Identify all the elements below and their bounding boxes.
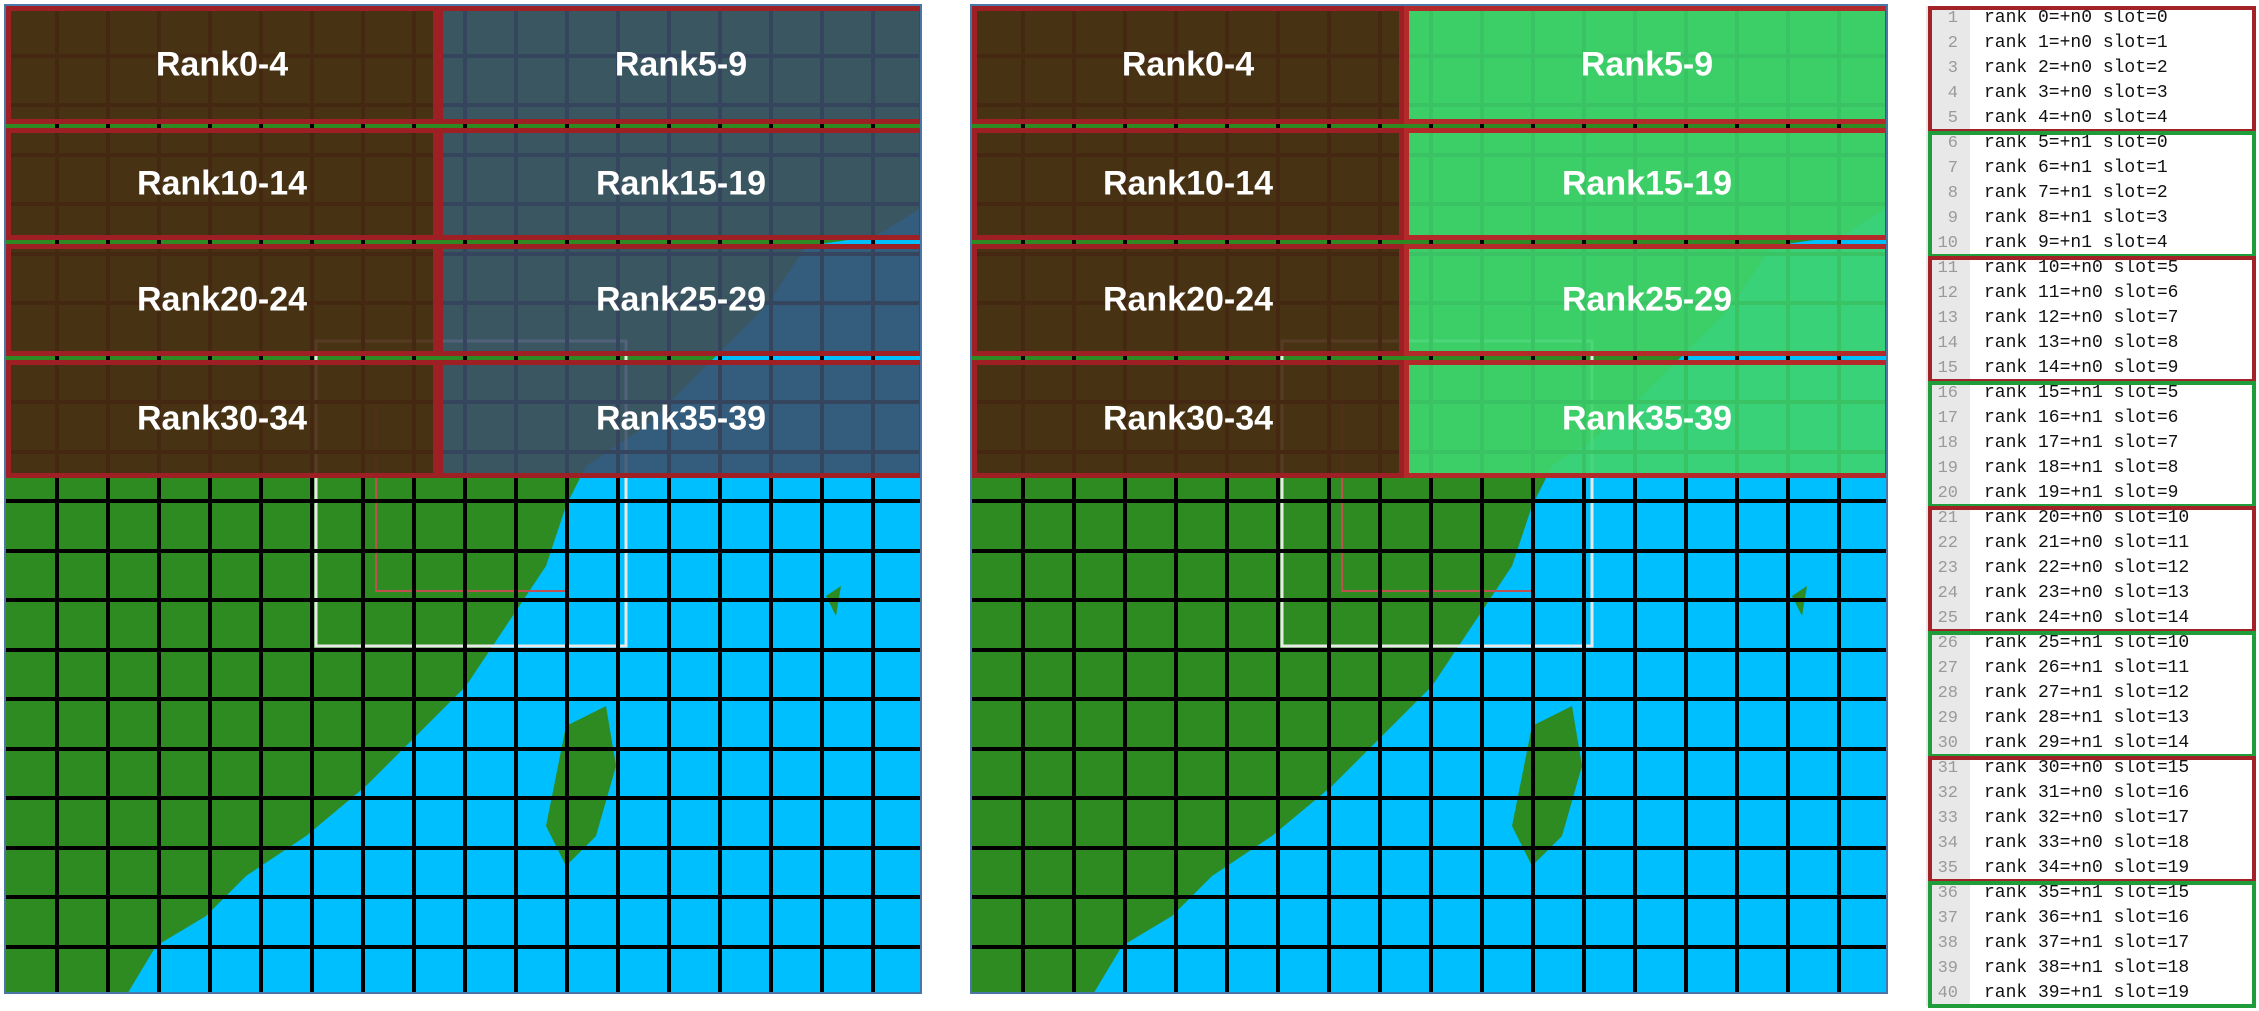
rank-label: Rank5-9: [614, 45, 748, 84]
rank-label: Rank15-19: [595, 164, 767, 203]
node0-group-box: [1928, 756, 2256, 883]
right-map-panel: Rank0-4 Rank5-9 Rank10-14 Rank15-19 Rank…: [970, 4, 1888, 994]
node1-group-box: [1928, 131, 2256, 258]
rank-block-10-14: Rank10-14: [972, 128, 1404, 240]
rank-block-35-39: Rank35-39: [1404, 360, 1886, 478]
rank-block-25-29: Rank25-29: [438, 244, 920, 356]
node0-group-box: [1928, 506, 2256, 633]
rank-block-25-29: Rank25-29: [1404, 244, 1886, 356]
rank-block-35-39: Rank35-39: [438, 360, 920, 478]
rank-block-5-9: Rank5-9: [438, 6, 920, 124]
rank-label: Rank10-14: [1102, 164, 1274, 203]
rank-label: Rank15-19: [1561, 164, 1733, 203]
rank-block-5-9: Rank5-9: [1404, 6, 1886, 124]
rank-label: Rank35-39: [595, 399, 767, 438]
rank-label: Rank30-34: [1102, 399, 1274, 438]
rank-label: Rank10-14: [136, 164, 308, 203]
rank-block-20-24: Rank20-24: [972, 244, 1404, 356]
rank-label: Rank30-34: [136, 399, 308, 438]
rank-label: Rank0-4: [155, 45, 289, 84]
node1-group-box: [1928, 381, 2256, 508]
rank-block-15-19: Rank15-19: [438, 128, 920, 240]
rankfile-listing: 1 rank 0=+n0 slot=0 2 rank 1=+n0 slot=1 3 ran…: [1926, 6, 2256, 1008]
rank-block-30-34: Rank30-34: [6, 360, 438, 478]
node0-group-box: [1928, 256, 2256, 383]
rank-label: Rank5-9: [1580, 45, 1714, 84]
rank-label: Rank0-4: [1121, 45, 1255, 84]
node1-group-box: [1928, 631, 2256, 758]
rank-block-30-34: Rank30-34: [972, 360, 1404, 478]
rank-block-20-24: Rank20-24: [6, 244, 438, 356]
rank-block-0-4: Rank0-4: [6, 6, 438, 124]
rank-block-10-14: Rank10-14: [6, 128, 438, 240]
rank-label: Rank25-29: [1561, 280, 1733, 319]
node1-group-box: [1928, 881, 2256, 1008]
rank-label: Rank35-39: [1561, 399, 1733, 438]
node0-group-box: [1928, 6, 2256, 133]
rank-block-0-4: Rank0-4: [972, 6, 1404, 124]
rank-block-15-19: Rank15-19: [1404, 128, 1886, 240]
left-map-panel: Rank0-4 Rank5-9 Rank10-14 Rank15-19 Rank…: [4, 4, 922, 994]
rank-label: Rank25-29: [595, 280, 767, 319]
rank-label: Rank20-24: [136, 280, 308, 319]
rank-label: Rank20-24: [1102, 280, 1274, 319]
